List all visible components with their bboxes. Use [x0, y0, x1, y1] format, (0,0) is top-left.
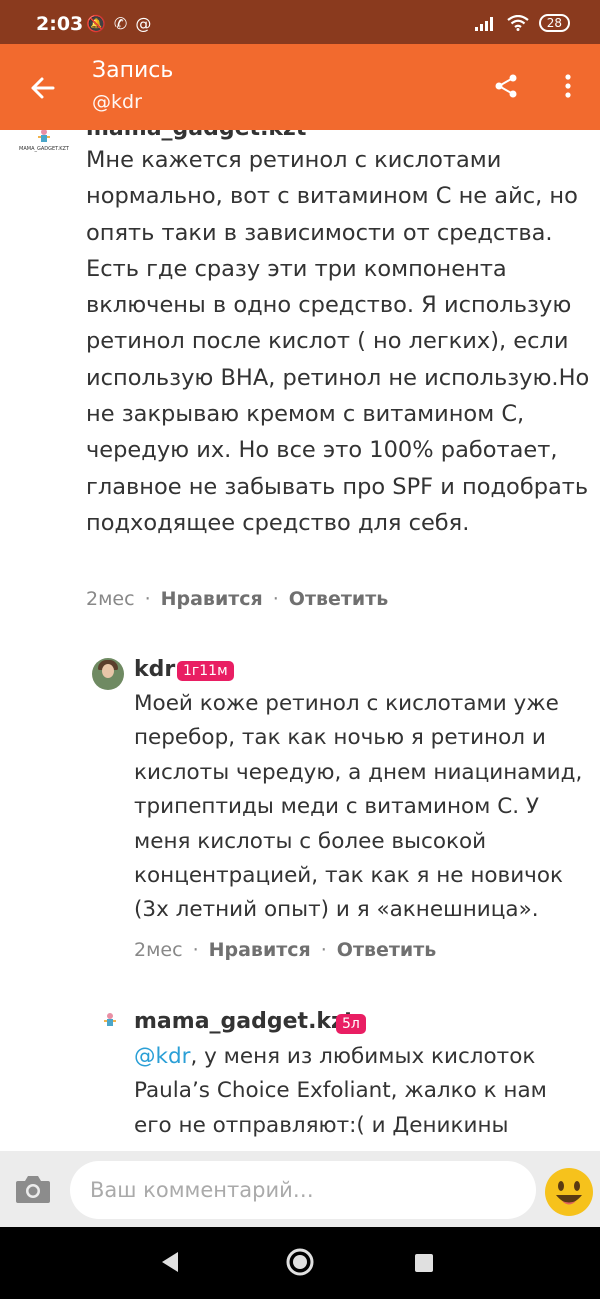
- status-right-icons: 28: [474, 14, 570, 32]
- separator-dot: ·: [272, 588, 279, 610]
- comment-input-bar: [0, 1151, 600, 1227]
- comment-text: Моей коже ретинол с кислотами уже перебо…: [134, 691, 583, 923]
- arrow-left-icon: [31, 77, 55, 99]
- nav-home-icon[interactable]: [285, 1247, 315, 1277]
- at-icon: @: [135, 14, 152, 33]
- reply-button[interactable]: Ответить: [289, 588, 388, 610]
- comment-author[interactable]: kdr: [134, 657, 175, 682]
- comment-input[interactable]: [70, 1161, 536, 1219]
- avatar-caption: MAMA_GADGET.KZT: [19, 146, 69, 152]
- like-button[interactable]: Нравится: [161, 588, 263, 610]
- comment-text-body: , у меня из любимых кислоток Paula’s Cho…: [134, 1044, 547, 1138]
- mama-gadget-logo: [38, 130, 50, 142]
- comment-author[interactable]: mama_gadget.kzt: [134, 1009, 354, 1034]
- more-vertical-icon: [565, 74, 571, 98]
- account-age-badge: 5л: [336, 1014, 366, 1034]
- separator-dot: ·: [320, 939, 327, 961]
- reply-button[interactable]: Ответить: [337, 939, 436, 961]
- share-icon: [495, 74, 517, 98]
- camera-button[interactable]: [14, 1173, 52, 1205]
- like-button[interactable]: Нравится: [209, 939, 311, 961]
- signal-icon: [474, 17, 493, 31]
- comment-author[interactable]: mama_gadget.kzt: [86, 130, 306, 141]
- comment-text: @kdr, у меня из любимых кислоток Paula’s…: [134, 1040, 584, 1143]
- back-button[interactable]: [22, 68, 62, 108]
- nav-back-icon[interactable]: [160, 1251, 180, 1273]
- avatar[interactable]: [92, 1012, 128, 1044]
- account-age-badge: 1г11м: [177, 661, 234, 681]
- share-button[interactable]: [486, 66, 526, 106]
- smiley-icon: [545, 1168, 593, 1216]
- wifi-icon: [507, 15, 529, 31]
- page-title: Запись: [92, 58, 174, 83]
- emoji-button[interactable]: [544, 1167, 594, 1217]
- separator-dot: ·: [192, 939, 199, 961]
- whatsapp-icon: ✆: [113, 14, 128, 33]
- page-subtitle: @kdr: [92, 91, 142, 113]
- avatar[interactable]: MAMA_GADGET.KZT: [19, 130, 69, 160]
- camera-icon: [16, 1176, 50, 1203]
- app-bar: Запись @kdr: [0, 44, 600, 130]
- user-mention[interactable]: @kdr: [134, 1044, 190, 1069]
- comment-time: 2мес: [86, 588, 135, 610]
- mute-icon: 🔕: [86, 14, 106, 33]
- comment-meta: 2мес · Нравится · Ответить: [134, 939, 436, 961]
- mama-gadget-logo: [104, 1013, 116, 1026]
- comment-time: 2мес: [134, 939, 183, 961]
- comments-list[interactable]: MAMA_GADGET.KZT mama_gadget.kzt Мне каже…: [0, 130, 600, 1151]
- avatar[interactable]: [92, 658, 124, 690]
- battery-icon: 28: [538, 14, 570, 32]
- comment-text: Мне кажется ретинол с кислотами нормальн…: [86, 147, 590, 536]
- status-bar: 2:03 🔕 ✆ @ 28: [0, 0, 600, 44]
- status-left-icons: 🔕 ✆ @: [86, 14, 151, 33]
- more-options-button[interactable]: [550, 66, 586, 106]
- separator-dot: ·: [144, 588, 151, 610]
- comment-meta: 2мес · Нравится · Ответить: [86, 588, 388, 610]
- status-time: 2:03: [36, 13, 84, 35]
- nav-recents-icon[interactable]: [415, 1254, 433, 1272]
- system-nav-bar: [0, 1227, 600, 1299]
